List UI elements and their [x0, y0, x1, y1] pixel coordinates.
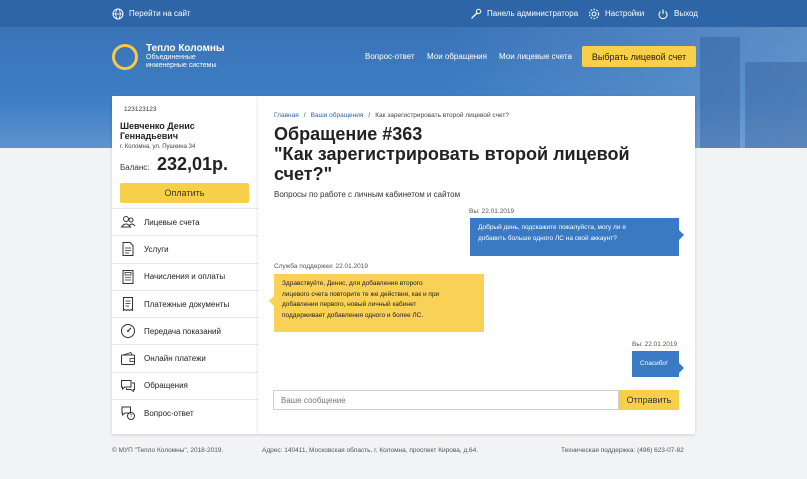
- page-title: Обращение #363 "Как зарегистрировать вто…: [274, 124, 674, 184]
- nav-my-requests[interactable]: Мои обращения: [427, 46, 487, 66]
- sidebar-menu: Лицевые счета Услуги Начисления и оплаты…: [112, 208, 258, 426]
- brand-title: Тепло Коломны: [146, 43, 225, 54]
- sun-logo-icon: [112, 43, 138, 70]
- globe-icon: [112, 8, 124, 19]
- footer-support-phone: Техническая поддержка: (496) 623-07-82: [561, 447, 684, 454]
- message-outgoing: Добрый день, подскажите пожалуйста, могу…: [470, 218, 684, 256]
- brand-subtitle-line1: Объединенные: [146, 54, 196, 61]
- brand-logo[interactable]: Тепло Коломны Объединенные инженерные си…: [112, 43, 224, 70]
- message-meta: Служба поддержки: 22.01.2019: [274, 263, 368, 270]
- breadcrumb-requests[interactable]: Ваши обращения: [311, 112, 364, 119]
- sidebar-item-online-payments[interactable]: Онлайн платежи: [112, 344, 258, 371]
- receipt-icon: [123, 297, 133, 312]
- balance-value: 232,01р.: [157, 154, 229, 174]
- document-icon: [122, 242, 134, 257]
- message-text-line: лицевого счета повторите те же действия,…: [282, 290, 440, 298]
- breadcrumb-current: Как зарегистрировать второй лицевой счет…: [375, 112, 509, 119]
- ticket-panel: Главная / Ваши обращения / Как зарегистр…: [258, 96, 695, 434]
- message-input[interactable]: [273, 390, 619, 410]
- message-text-line: добавить больше одного ЛС на свой аккаун…: [478, 234, 617, 242]
- top-bar: Перейти на сайт Панель администратора На…: [0, 0, 807, 27]
- breadcrumb-separator: /: [303, 112, 306, 119]
- page-title-line2: "Как зарегистрировать второй лицевой: [274, 144, 630, 164]
- power-icon: [658, 9, 668, 19]
- sidebar-item-label: Онлайн платежи: [144, 354, 206, 364]
- calculator-icon: [122, 269, 134, 284]
- goto-site-link[interactable]: Перейти на сайт: [112, 0, 191, 27]
- sidebar-item-label: Лицевые счета: [144, 217, 200, 227]
- question-icon: ?: [121, 406, 135, 421]
- send-button[interactable]: Отправить: [619, 390, 679, 410]
- brand-subtitle-line2: инженерные системы: [146, 62, 217, 69]
- goto-site-label: Перейти на сайт: [129, 9, 191, 18]
- sidebar-item-payment-docs[interactable]: Платежные документы: [112, 289, 258, 317]
- meter-icon: [121, 324, 135, 339]
- sidebar-item-charges[interactable]: Начисления и оплаты: [112, 262, 258, 290]
- user-name: Шевченко Денис Геннадьевич: [120, 121, 195, 141]
- svg-text:?: ?: [130, 414, 133, 420]
- nav-faq[interactable]: Вопрос-ответ: [365, 46, 415, 66]
- account-number: 123123123: [124, 106, 157, 113]
- message-meta: Вы: 22.01.2019: [469, 208, 515, 215]
- wrench-icon: [471, 8, 482, 19]
- nav-my-accounts[interactable]: Мои лицевые счета: [499, 46, 572, 66]
- sidebar-item-label: Передача показаний: [144, 326, 221, 336]
- users-icon: [120, 216, 136, 228]
- sidebar-item-faq[interactable]: ? Вопрос-ответ: [112, 399, 258, 426]
- account-sidebar: 123123123 Шевченко Денис Геннадьевич г. …: [112, 96, 258, 434]
- page-title-line3: счет?": [274, 164, 333, 184]
- sidebar-item-accounts[interactable]: Лицевые счета: [112, 208, 258, 235]
- balance-label: Баланс:: [120, 163, 150, 172]
- user-address: г. Коломна, ул. Пушкина 34: [120, 144, 196, 150]
- ticket-category: Вопросы по работе с личным кабинетом и с…: [274, 190, 461, 199]
- gear-icon: [588, 8, 600, 19]
- sidebar-item-label: Платежные документы: [144, 299, 230, 309]
- admin-panel-link[interactable]: Панель администратора: [470, 0, 578, 27]
- sidebar-item-label: Вопрос-ответ: [144, 408, 194, 418]
- settings-link[interactable]: Настройки: [588, 0, 644, 27]
- message-outgoing: Спасибо!: [632, 351, 684, 377]
- message-text-line: Спасибо!: [640, 359, 668, 367]
- banner-wall: [745, 62, 807, 148]
- sidebar-item-label: Обращения: [144, 381, 188, 391]
- select-account-button[interactable]: Выбрать лицевой счет: [582, 46, 696, 67]
- logout-label: Выход: [674, 9, 698, 18]
- footer-address: Адрес: 140411, Московская область, г. Ко…: [262, 447, 479, 454]
- breadcrumb-home[interactable]: Главная: [274, 112, 299, 119]
- settings-label: Настройки: [605, 9, 645, 18]
- banner-tower: [700, 37, 740, 148]
- breadcrumb-separator: /: [368, 112, 371, 119]
- pay-button[interactable]: Оплатить: [120, 183, 249, 203]
- chat-icon: [121, 379, 135, 393]
- message-meta: Вы: 22.01.2019: [632, 341, 678, 348]
- message-text-line: добавлении первого, новый личный кабинет: [282, 301, 417, 308]
- message-text-line: Здравствуйте, Денис, для добавления втор…: [282, 280, 423, 287]
- sidebar-item-label: Начисления и оплаты: [144, 272, 226, 282]
- footer-copyright: © МУП "Тепло Коломны", 2018-2019.: [112, 447, 224, 454]
- admin-panel-label: Панель администратора: [487, 9, 579, 18]
- page-title-line1: Обращение #363: [274, 124, 423, 144]
- message-text-line: Добрый день, подскажите пожалуйста, могу…: [478, 224, 626, 231]
- sidebar-item-requests[interactable]: Обращения: [112, 371, 258, 399]
- logout-link[interactable]: Выход: [657, 0, 698, 27]
- sidebar-item-label: Услуги: [144, 244, 169, 254]
- breadcrumb: Главная / Ваши обращения / Как зарегистр…: [274, 112, 509, 119]
- message-text-line: поддерживает добавления одного и более Л…: [282, 311, 424, 319]
- sidebar-item-meter-readings[interactable]: Передача показаний: [112, 317, 258, 344]
- message-incoming: Здравствуйте, Денис, для добавления втор…: [269, 274, 484, 332]
- sidebar-item-services[interactable]: Услуги: [112, 235, 258, 262]
- wallet-icon: [121, 351, 135, 365]
